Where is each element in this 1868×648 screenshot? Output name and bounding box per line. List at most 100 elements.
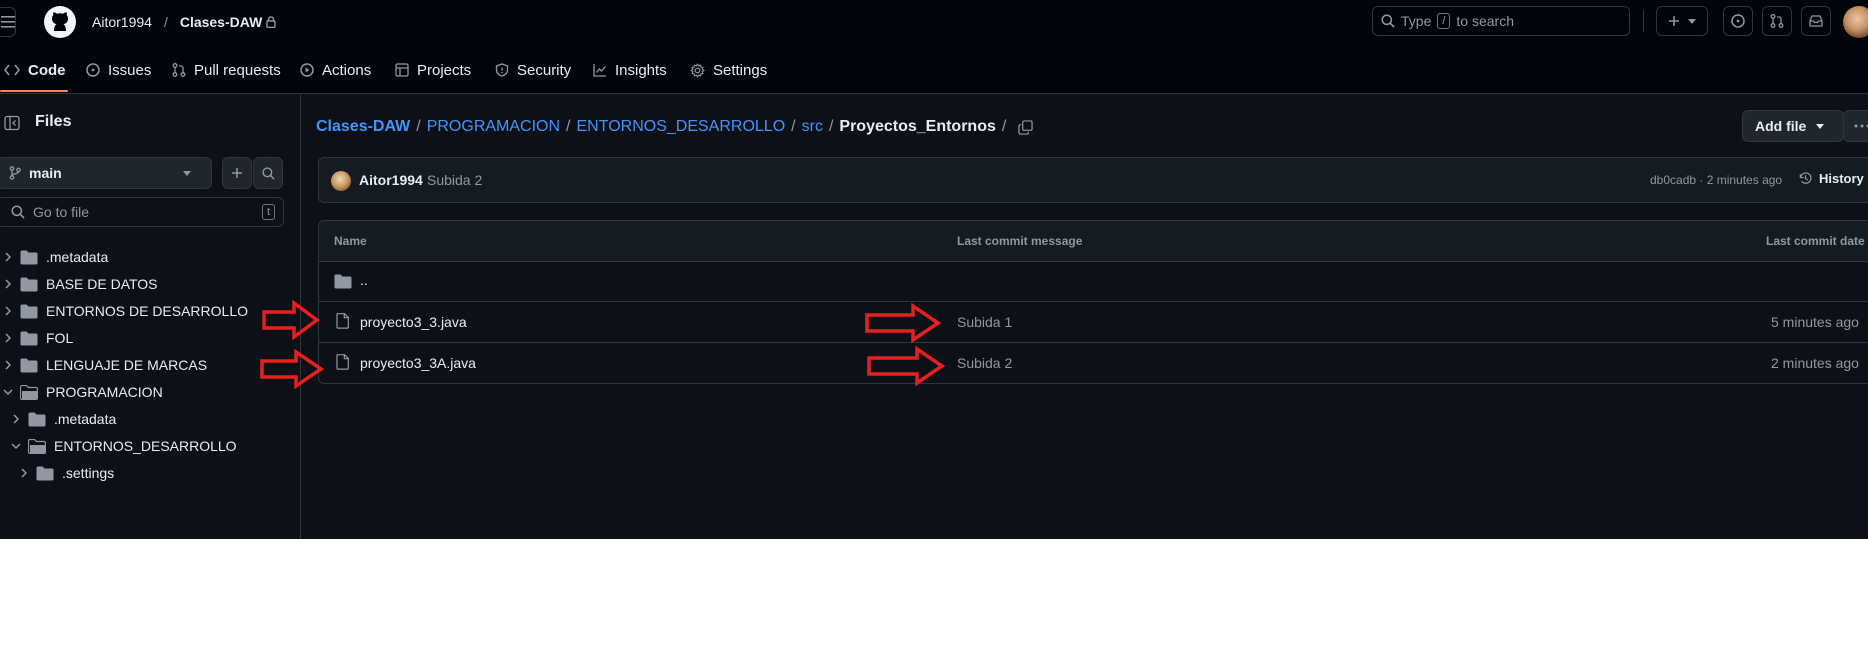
search-key-hint: / [1437,13,1451,29]
breadcrumb-link[interactable]: src [802,118,823,136]
go-to-file-input[interactable]: Go to file t [0,197,284,227]
commit-message[interactable]: Subida 2 [427,172,482,188]
copy-path-icon[interactable] [1018,119,1033,135]
tree-item-metadata[interactable]: .metadata [0,244,108,270]
issues-button[interactable] [1723,6,1753,36]
hamburger-menu-button[interactable] [0,7,16,37]
branch-selector[interactable]: main [0,157,212,189]
commit-author[interactable]: Aitor1994 [359,172,423,188]
chevron-right-icon [0,333,16,343]
folder-icon [20,250,38,265]
tree-item-base-de-datos[interactable]: BASE DE DATOS [0,271,158,297]
plus-icon [231,167,243,179]
breadcrumb-separator: / [791,118,796,135]
tab-pull-requests[interactable]: Pull requests [172,58,281,82]
avatar[interactable] [1843,6,1868,38]
tab-issues[interactable]: Issues [86,58,151,82]
search-files-button[interactable] [253,157,283,189]
play-icon [300,63,314,77]
lock-icon [266,16,276,28]
history-icon [1798,171,1813,186]
tree-item-label: ENTORNOS DE DESARROLLO [46,303,249,319]
tree-item-label: .settings [62,465,115,481]
column-header-message: Last commit message [957,234,1083,248]
commit-sha-time[interactable]: db0cadb · 2 minutes ago [1650,173,1782,187]
tab-label: Security [517,61,572,79]
shield-icon [495,63,509,77]
more-options-button[interactable] [1843,110,1868,142]
file-commit-message[interactable]: Subida 1 [957,314,1012,330]
collapse-sidebar-icon[interactable] [4,115,20,131]
search-prefix: Type [1401,13,1432,29]
folder-icon [20,331,38,346]
tree-item-programacion-metadata[interactable]: .metadata [8,406,116,432]
file-name-link[interactable]: proyecto3_3A.java [360,355,476,371]
folder-icon [36,466,54,481]
commit-author-avatar[interactable] [331,171,351,191]
tab-settings[interactable]: Settings [690,58,767,82]
breadcrumb-link[interactable]: ENTORNOS_DESARROLLO [577,118,786,136]
file-table-header [319,221,1868,261]
search-icon [1381,14,1395,28]
add-file-button[interactable] [222,157,252,189]
file-commit-message[interactable]: Subida 2 [957,355,1012,371]
tree-item-label: .metadata [54,411,117,427]
go-to-file-placeholder: Go to file [33,204,90,220]
github-logo-icon[interactable] [44,6,76,38]
tree-item-entornos-de-desarrollo[interactable]: ENTORNOS DE DESARROLLO [0,298,248,324]
annotation-arrow-icon [867,346,945,386]
chevron-right-icon [0,252,16,262]
tree-item-label: .metadata [46,249,109,265]
tab-security[interactable]: Security [495,58,571,82]
chevron-right-icon [0,279,16,289]
breadcrumb-link[interactable]: PROGRAMACION [427,118,560,136]
search-input[interactable]: Type / to search [1372,6,1630,36]
chevron-down-icon [8,442,24,450]
table-row-parent-directory[interactable] [319,262,1868,301]
file-icon [336,354,349,370]
file-name-link[interactable]: proyecto3_3.java [360,314,467,330]
chevron-down-icon [0,388,16,396]
issue-icon [86,63,100,77]
tree-item-programacion[interactable]: PROGRAMACION [0,379,163,405]
breadcrumb-separator: / [566,118,571,135]
inbox-button[interactable] [1801,6,1831,36]
repo-title: Aitor1994 / Clases-DAW [92,12,276,32]
branch-icon [9,166,21,180]
tree-item-label: ENTORNOS_DESARROLLO [54,438,237,454]
tree-item-settings-folder[interactable]: .settings [16,460,114,486]
inbox-icon [1809,15,1823,27]
add-file-dropdown-button[interactable]: Add file [1742,110,1844,142]
breadcrumb-link[interactable]: Clases-DAW [316,118,410,136]
chevron-right-icon [0,360,16,370]
pull-request-icon [172,63,186,77]
history-link[interactable]: History [1798,171,1864,186]
search-suffix: to search [1456,13,1515,29]
tree-item-fol[interactable]: FOL [0,325,73,351]
pull-request-icon [1770,14,1784,28]
tab-actions[interactable]: Actions [300,58,371,82]
owner-link[interactable]: Aitor1994 [92,14,152,30]
tab-selected-underline [0,90,68,92]
caret-down-icon [183,171,191,176]
create-new-button[interactable] [1656,6,1708,36]
table-row[interactable] [319,343,1868,383]
column-header-name: Name [334,234,367,248]
repo-link[interactable]: Clases-DAW [180,14,262,30]
parent-directory-link[interactable]: .. [360,272,368,288]
breadcrumb-separator: / [828,118,834,135]
tab-code[interactable]: Code [4,58,66,82]
folder-icon [28,412,46,427]
caret-down-icon [1816,123,1825,129]
tree-item-lenguaje-de-marcas[interactable]: LENGUAJE DE MARCAS [0,352,207,378]
table-row[interactable] [319,302,1868,342]
pull-requests-button[interactable] [1762,6,1792,36]
tab-projects[interactable]: Projects [395,58,471,82]
folder-open-icon [20,384,38,400]
breadcrumb-separator: / [416,118,421,135]
tree-item-entornos-desarrollo[interactable]: ENTORNOS_DESARROLLO [8,433,237,459]
tab-label: Actions [322,61,372,79]
tab-insights[interactable]: Insights [593,58,667,82]
file-commit-date: 2 minutes ago [1771,355,1859,371]
history-label: History [1819,171,1864,186]
